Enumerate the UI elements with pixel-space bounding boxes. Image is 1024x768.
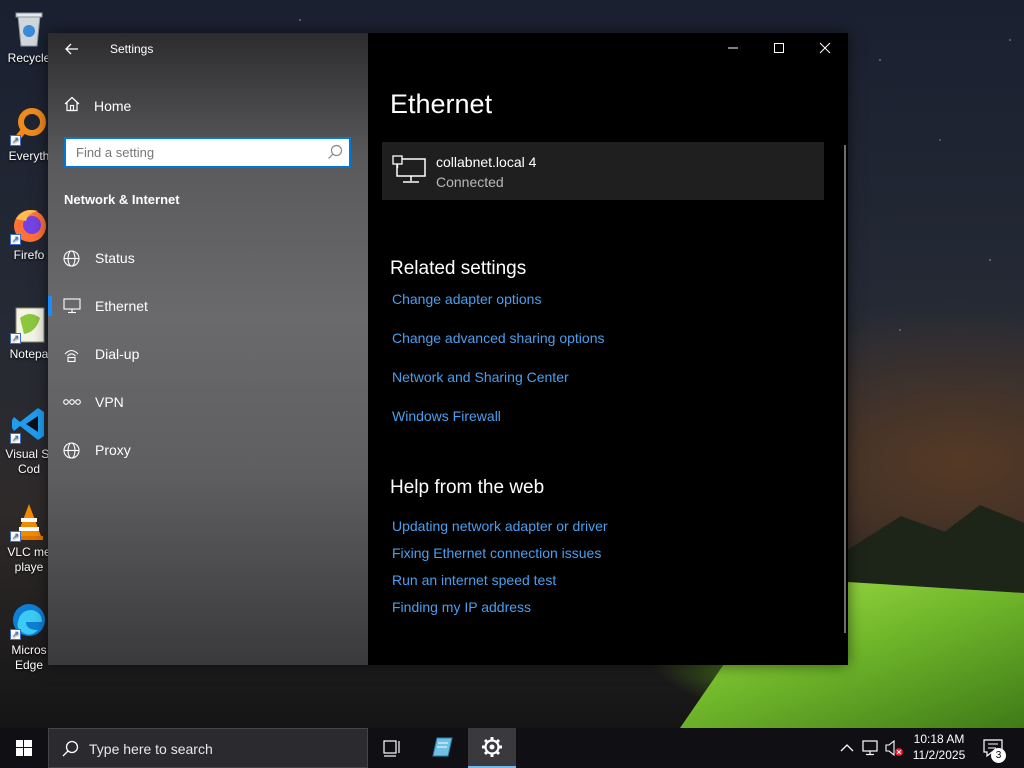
ethernet-connection-card[interactable]: collabnet.local 4 Connected — [382, 142, 824, 200]
sidebar-item-label: Proxy — [95, 442, 131, 458]
back-arrow-icon — [65, 43, 78, 55]
settings-window: Settings Home Network & Internet — [48, 33, 848, 665]
link-fixing-ethernet-issues[interactable]: Fixing Ethernet connection issues — [392, 545, 601, 561]
help-from-web-heading: Help from the web — [390, 477, 545, 498]
sidebar-item-dialup[interactable]: Dial-up — [48, 336, 368, 372]
home-icon — [64, 96, 94, 116]
firefox-icon: ↗ — [10, 205, 48, 245]
task-view-button[interactable] — [368, 728, 416, 768]
shortcut-arrow-icon: ↗ — [10, 234, 21, 245]
everything-search-icon: ↗ — [10, 106, 48, 146]
notepad-plus-plus-icon: ↗ — [10, 304, 48, 344]
show-hidden-icons-button[interactable] — [838, 728, 856, 768]
desktop-icon-label: VLC me — [7, 545, 51, 559]
desktop-icon-label-line2: Cod — [17, 462, 40, 476]
edge-icon: ↗ — [10, 600, 48, 640]
volume-muted-icon — [885, 739, 903, 757]
globe-icon — [48, 441, 95, 459]
sidebar-item-vpn[interactable]: VPN — [48, 384, 368, 420]
link-internet-speed-test[interactable]: Run an internet speed test — [392, 572, 556, 588]
start-button[interactable] — [0, 728, 48, 768]
volume-tray-button[interactable] — [884, 728, 904, 768]
desktop-icon-label: Recycle — [7, 51, 51, 65]
shortcut-arrow-icon: ↗ — [10, 135, 21, 146]
taskbar-search-placeholder: Type here to search — [89, 741, 213, 757]
page-title: Ethernet — [390, 89, 493, 119]
vscode-icon: ↗ — [10, 404, 48, 444]
link-network-sharing-center[interactable]: Network and Sharing Center — [392, 369, 569, 385]
sidebar-item-ethernet[interactable]: Ethernet — [48, 288, 368, 324]
home-label: Home — [94, 98, 132, 114]
desktop-icon-label: Everyth — [8, 149, 50, 163]
clock-date: 11/2/2025 — [912, 748, 966, 762]
sidebar-item-label: VPN — [95, 394, 124, 410]
network-tray-icon — [862, 740, 878, 756]
minimize-button[interactable] — [710, 33, 756, 65]
vpn-icon — [48, 396, 95, 408]
desktop-icon-label: Firefo — [13, 248, 45, 262]
notification-count-badge: 3 — [991, 748, 1006, 763]
related-settings-heading: Related settings — [390, 258, 527, 279]
gear-icon — [482, 737, 502, 757]
desktop-icon-label: Notepa — [9, 347, 49, 361]
clock-time: 10:18 AM — [913, 732, 965, 746]
section-title: Network & Internet — [64, 192, 180, 207]
dialup-icon — [48, 346, 95, 363]
vlc-icon: ↗ — [10, 502, 48, 542]
desktop-icon-label: Micros — [11, 643, 47, 657]
link-finding-ip-address[interactable]: Finding my IP address — [392, 599, 531, 615]
sidebar-item-label: Ethernet — [95, 298, 148, 314]
back-button[interactable] — [58, 37, 86, 61]
link-windows-firewall[interactable]: Windows Firewall — [392, 408, 501, 424]
settings-main: Ethernet collabnet.local 4 Connected Rel… — [368, 33, 848, 665]
maximize-icon — [774, 43, 784, 53]
search-icon — [61, 740, 79, 758]
taskbar: Type here to search 10:18 AM 11/2/2025 — [0, 728, 1024, 768]
chevron-up-icon — [840, 744, 854, 752]
task-view-icon — [383, 740, 400, 757]
desktop-icon-label: Visual St — [5, 447, 53, 461]
link-change-adapter-options[interactable]: Change adapter options — [392, 291, 541, 307]
titlebar-left: Settings — [48, 33, 368, 65]
settings-search-input[interactable] — [66, 139, 321, 166]
link-change-advanced-sharing[interactable]: Change advanced sharing options — [392, 330, 605, 346]
desktop-icon-label-line2: playe — [14, 560, 44, 574]
globe-icon — [48, 249, 95, 267]
notepad-app-icon — [432, 737, 453, 757]
network-tray-button[interactable] — [860, 728, 880, 768]
settings-sidebar: Settings Home Network & Internet — [48, 33, 368, 665]
ethernet-network-icon — [392, 155, 428, 185]
sidebar-item-label: Dial-up — [95, 346, 140, 362]
home-link[interactable]: Home — [64, 93, 354, 119]
shortcut-arrow-icon: ↗ — [10, 629, 21, 640]
taskbar-app-settings[interactable] — [468, 728, 516, 768]
app-title: Settings — [110, 42, 154, 56]
search-icon[interactable] — [327, 144, 343, 160]
close-button[interactable] — [802, 33, 848, 65]
shortcut-arrow-icon: ↗ — [10, 531, 21, 542]
monitor-icon — [48, 298, 95, 314]
windows-logo-icon — [16, 740, 32, 756]
taskbar-search-box[interactable]: Type here to search — [48, 728, 368, 768]
link-updating-adapter-driver[interactable]: Updating network adapter or driver — [392, 518, 608, 534]
taskbar-clock[interactable]: 10:18 AM 11/2/2025 — [904, 731, 974, 763]
desktop-icon-label-line2: Edge — [14, 658, 44, 672]
connection-status: Connected — [436, 174, 504, 190]
connection-name: collabnet.local 4 — [436, 154, 537, 170]
minimize-icon — [728, 47, 738, 49]
settings-search-box[interactable] — [64, 137, 351, 168]
sidebar-item-status[interactable]: Status — [48, 240, 368, 276]
shortcut-arrow-icon: ↗ — [10, 433, 21, 444]
shortcut-arrow-icon: ↗ — [10, 333, 21, 344]
maximize-button[interactable] — [756, 33, 802, 65]
taskbar-app-notepad[interactable] — [418, 728, 466, 768]
close-icon — [819, 42, 831, 54]
recycle-bin-icon — [10, 8, 48, 48]
main-scrollbar[interactable] — [844, 145, 846, 633]
sidebar-item-label: Status — [95, 250, 135, 266]
sidebar-item-proxy[interactable]: Proxy — [48, 432, 368, 468]
